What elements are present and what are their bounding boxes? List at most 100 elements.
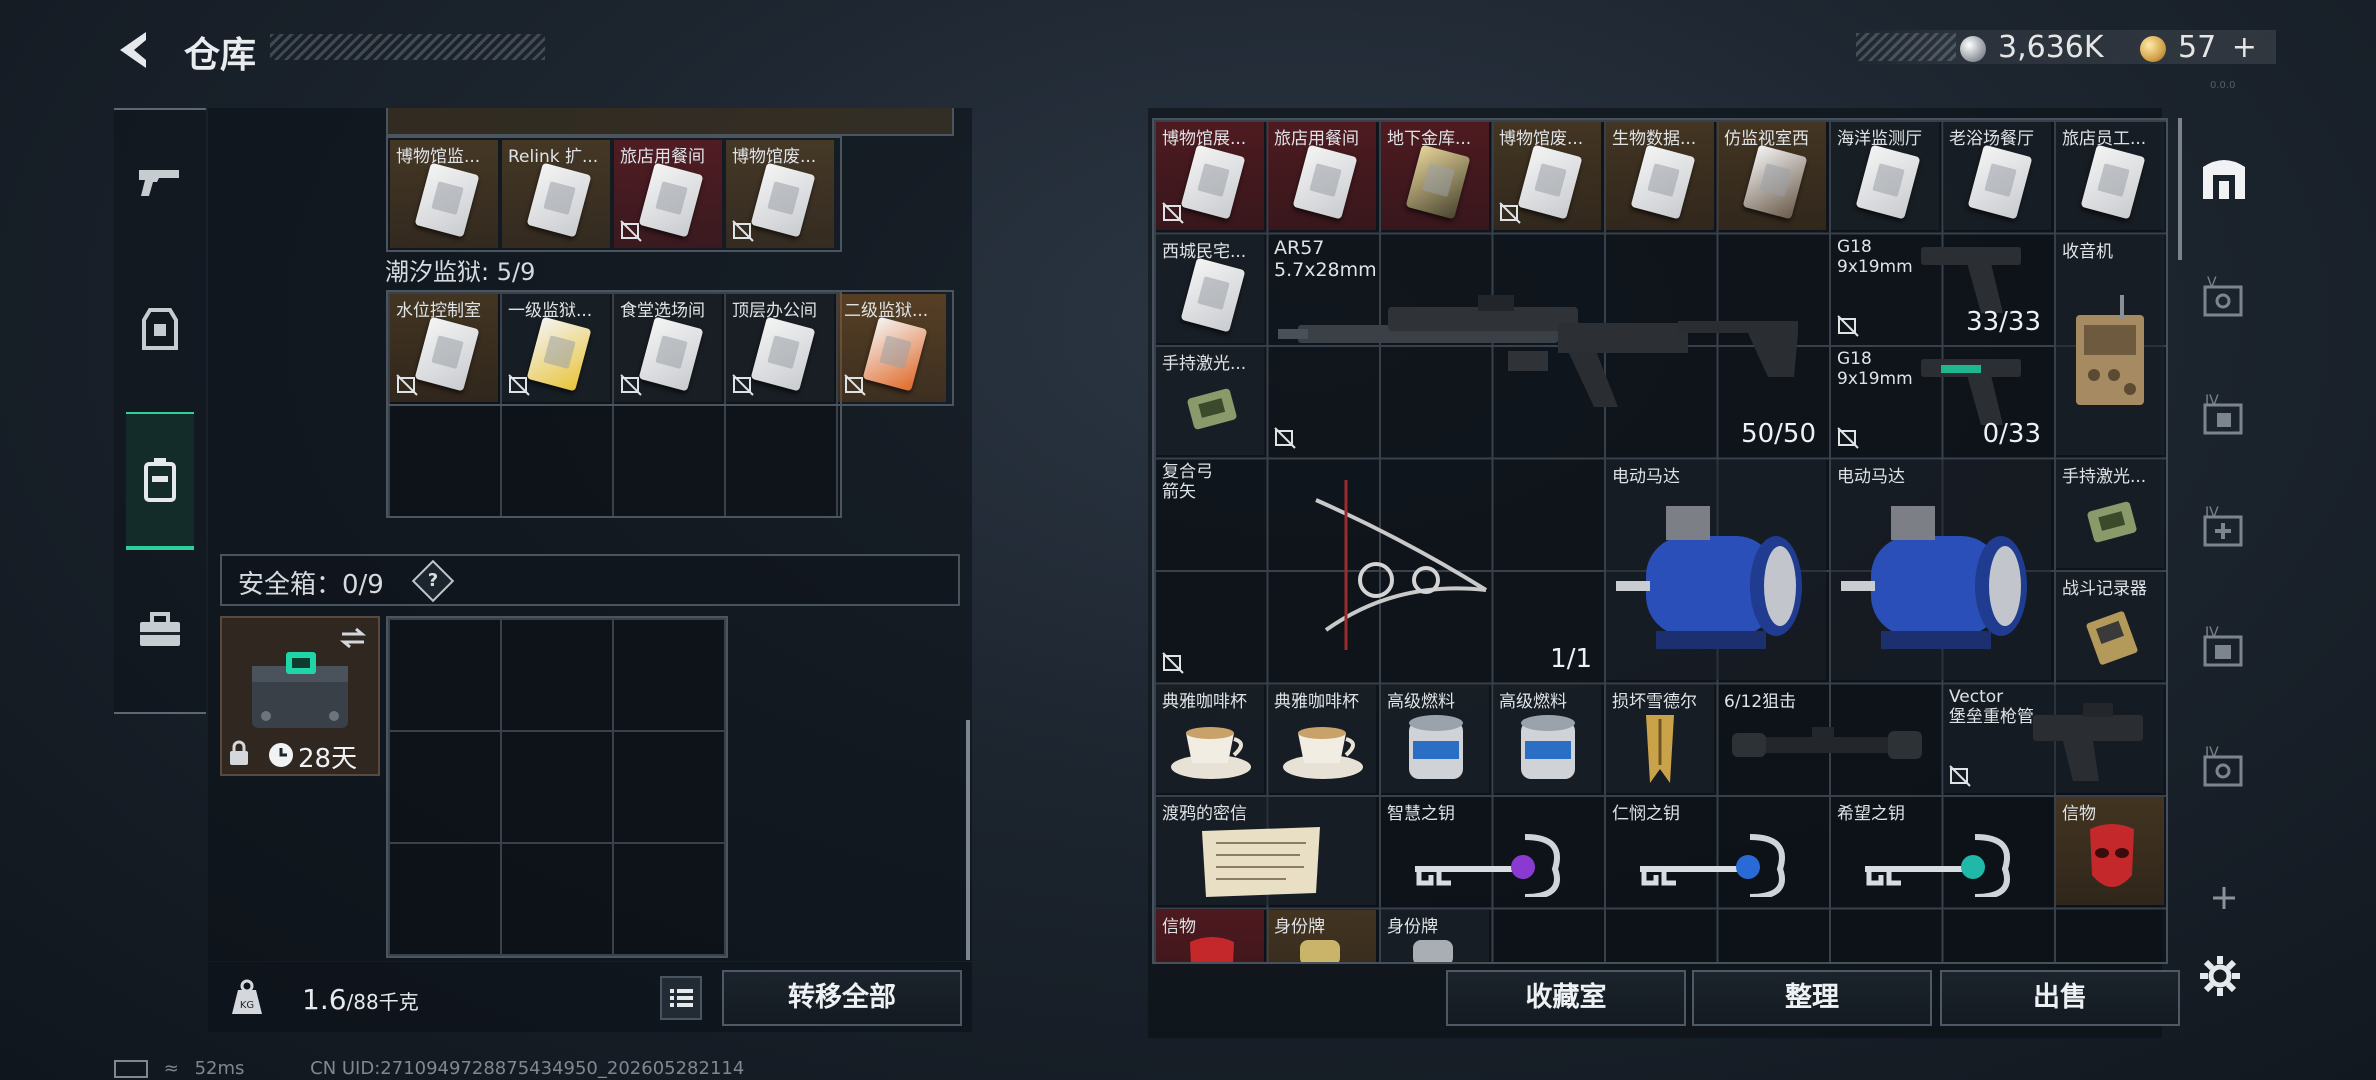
- item-name: 旅店员工...: [2062, 129, 2147, 149]
- safe-case-image: [252, 652, 348, 728]
- gold-add-button[interactable]: +: [2232, 30, 2257, 65]
- item-cell[interactable]: 西城民宅...: [1156, 235, 1264, 343]
- keycard-image: [1967, 144, 2033, 220]
- safe-help-button[interactable]: ?: [411, 559, 455, 603]
- list-view-button[interactable]: [660, 976, 702, 1020]
- item-cell[interactable]: 手持激光...: [2056, 460, 2164, 568]
- svg-text:IV: IV: [2205, 505, 2219, 521]
- item-cell[interactable]: 食堂选场间: [614, 294, 722, 402]
- item-name: 典雅咖啡杯: [1162, 692, 1247, 712]
- item-cell[interactable]: 高级燃料: [1381, 685, 1489, 793]
- svg-text:IV: IV: [2205, 625, 2219, 641]
- item-name: 电动马达: [1612, 467, 1680, 487]
- hope-key-item[interactable]: 希望之钥: [1831, 797, 2051, 905]
- item-cell[interactable]: 老浴场餐厅: [1943, 122, 2051, 230]
- item-name: 电动马达: [1837, 467, 1905, 487]
- scope-item[interactable]: 6/12狙击: [1718, 685, 1938, 793]
- item-name: 6/12狙击: [1724, 692, 1797, 712]
- tab-storage-iv-c[interactable]: IV: [2194, 618, 2254, 678]
- item-name: 手持激光...: [2062, 467, 2147, 487]
- item-cell[interactable]: 一级监狱...: [502, 294, 610, 402]
- tab-weapons[interactable]: [114, 120, 206, 240]
- item-name: Relink 扩...: [508, 147, 599, 167]
- item-name: 二级监狱...: [844, 301, 929, 321]
- add-storage-button[interactable]: [2194, 868, 2254, 928]
- item-cell[interactable]: 损坏雪德尔: [1606, 685, 1714, 793]
- item-cell[interactable]: 海洋监测厅: [1831, 122, 1939, 230]
- back-arrow-icon[interactable]: [112, 28, 156, 72]
- motor-item[interactable]: 电动马达: [1606, 460, 1826, 680]
- keycard-image: [1517, 144, 1583, 220]
- gold-currency[interactable]: 57 +: [2140, 30, 2257, 65]
- tab-storage-v[interactable]: V: [2194, 268, 2254, 328]
- safe-case-item[interactable]: 28天: [220, 616, 380, 776]
- tab-backpack[interactable]: [126, 412, 194, 550]
- warehouse-scrollbar[interactable]: [2178, 118, 2182, 260]
- item-cell[interactable]: 顶层办公间: [726, 294, 834, 402]
- item-cell[interactable]: 地下金库...: [1381, 122, 1489, 230]
- ammo-count: 1/1: [1550, 644, 1592, 674]
- keycard-image: [638, 316, 704, 392]
- left-scrollbar[interactable]: [966, 720, 970, 960]
- item-cell[interactable]: Relink 扩...: [502, 140, 610, 248]
- item-cell[interactable]: 博物馆展...: [1156, 122, 1264, 230]
- item-name: AR57 5.7x28mm: [1274, 237, 1826, 281]
- motor-item-2[interactable]: 电动马达: [1831, 460, 2051, 680]
- clock-icon: [269, 743, 293, 767]
- tab-storage-iv-d[interactable]: IV: [2194, 738, 2254, 798]
- home-vault-icon: [2203, 160, 2245, 199]
- item-cell[interactable]: 高级燃料: [1493, 685, 1601, 793]
- settings-gear-icon[interactable]: [2198, 954, 2242, 998]
- item-cell[interactable]: 典雅咖啡杯: [1268, 685, 1376, 793]
- mercy-key-item[interactable]: 仁悯之钥: [1606, 797, 1826, 905]
- svg-text:IV: IV: [2205, 393, 2219, 409]
- sell-button[interactable]: 出售: [1940, 970, 2180, 1026]
- item-cell[interactable]: 博物馆废...: [1493, 122, 1601, 230]
- sort-button[interactable]: 整理: [1692, 970, 1932, 1026]
- g18-item-2[interactable]: G18 9x19mm 0/33: [1831, 347, 2051, 455]
- item-cell[interactable]: 水位控制室: [390, 294, 498, 402]
- transfer-all-button[interactable]: 转移全部: [722, 970, 962, 1026]
- item-cell[interactable]: 旅店员工...: [2056, 122, 2164, 230]
- item-cell[interactable]: 仿监视室西: [1718, 122, 1826, 230]
- item-cell[interactable]: 二级监狱...: [838, 294, 946, 402]
- item-name: 仿监视室西: [1724, 129, 1809, 149]
- tab-storage-iv-b[interactable]: IV: [2194, 498, 2254, 558]
- safe-box-grid[interactable]: [386, 616, 728, 958]
- swap-icon[interactable]: [338, 626, 368, 650]
- tab-main-storage[interactable]: [2194, 148, 2254, 208]
- item-cell[interactable]: 典雅咖啡杯: [1156, 685, 1264, 793]
- silver-currency[interactable]: 3,636K: [1960, 30, 2104, 65]
- keycard-image: [1742, 144, 1808, 220]
- item-cell[interactable]: 旅店用餐间: [614, 140, 722, 248]
- vector-item[interactable]: Vector 堡垒重枪管: [1943, 685, 2163, 793]
- damaged-artifact-image: [1646, 715, 1674, 783]
- tab-toolbox[interactable]: [114, 570, 206, 690]
- weapon-part: 堡垒重枪管: [1949, 707, 2034, 727]
- g18-item[interactable]: G18 9x19mm 33/33: [1831, 235, 2051, 343]
- keycard-image: [414, 162, 480, 238]
- no-insure-icon: [508, 374, 530, 396]
- item-cell[interactable]: 手持激光...: [1156, 347, 1264, 455]
- item-cell[interactable]: 生物数据...: [1606, 122, 1714, 230]
- storage-v-icon: V: [2203, 275, 2243, 317]
- id-tag-item-2[interactable]: 身份牌: [1381, 910, 1489, 962]
- warehouse-grid: 博物馆展... 旅店用餐间 地下金库... 博物馆废... 生物数据... 仿监…: [1152, 118, 2168, 964]
- tab-storage-iv-a[interactable]: IV: [2194, 386, 2254, 446]
- item-cell[interactable]: 旅店用餐间: [1268, 122, 1376, 230]
- item-cell[interactable]: 博物馆废...: [726, 140, 834, 248]
- collection-room-button[interactable]: 收藏室: [1446, 970, 1686, 1026]
- status-bar: ≈ 52ms CN UID:2710949728875434950_202605…: [114, 1058, 744, 1079]
- ar57-item[interactable]: AR57 5.7x28mm 50/50: [1268, 235, 1826, 455]
- relic-item-2[interactable]: 信物: [1156, 910, 1264, 962]
- tab-armor[interactable]: [114, 270, 206, 390]
- coffee-cup-image: [1283, 727, 1363, 779]
- item-cell[interactable]: 战斗记录器: [2056, 572, 2164, 680]
- id-tag-item[interactable]: 身份牌: [1268, 910, 1376, 962]
- radio-item[interactable]: 收音机: [2056, 235, 2164, 455]
- wisdom-key-item[interactable]: 智慧之钥: [1381, 797, 1601, 905]
- letter-item[interactable]: 渡鸦的密信: [1156, 797, 1376, 905]
- relic-item[interactable]: 信物: [2056, 797, 2164, 905]
- bow-item[interactable]: 复合弓 箭矢 1/1: [1156, 460, 1602, 680]
- item-cell[interactable]: 博物馆监...: [390, 140, 498, 248]
